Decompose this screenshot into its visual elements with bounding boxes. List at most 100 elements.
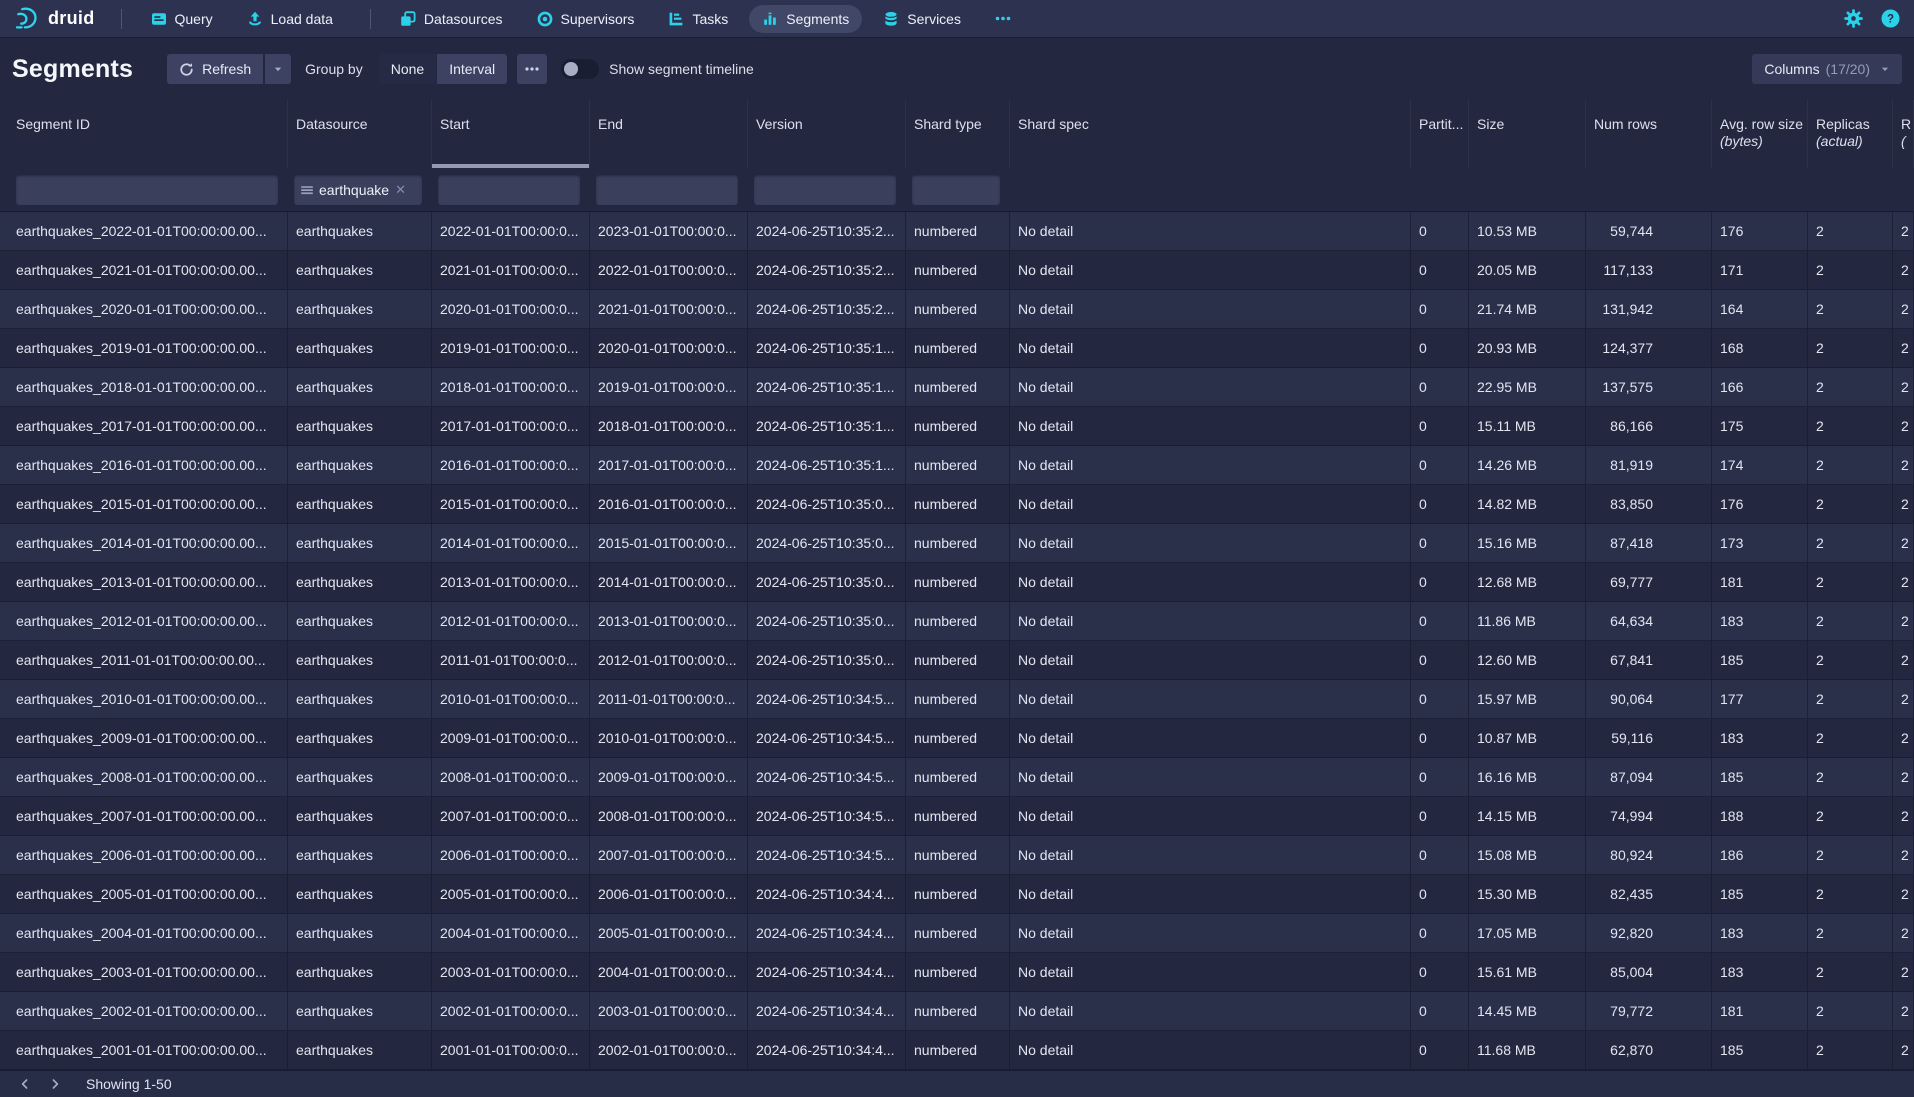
cell-end: 2004-01-01T00:00:0... [590,953,748,991]
column-header-size[interactable]: Size [1469,100,1586,168]
more-actions-button[interactable] [517,54,547,84]
column-header-num_rows[interactable]: Num rows [1586,100,1712,168]
column-header-segment_id[interactable]: Segment ID [0,100,288,168]
cell-segment_id: earthquakes_2012-01-01T00:00:00.00... [0,602,288,640]
version-filter-input[interactable] [754,175,896,205]
nav-item-load-data[interactable]: Load data [234,5,346,33]
show-timeline-toggle[interactable] [561,59,599,79]
group-by-interval-label: Interval [449,61,495,77]
next-page-button[interactable] [40,1072,70,1096]
cell-size: 21.74 MB [1469,290,1586,328]
cell-datasource: earthquakes [288,407,432,445]
more-icon [525,67,539,71]
cell-version: 2024-06-25T10:34:5... [748,836,906,874]
refresh-dropdown-button[interactable] [265,54,291,84]
datasource-filter-input[interactable]: earthquake✕ [294,175,422,205]
brand-name: druid [48,8,95,29]
cell-shard_type: numbered [906,680,1010,718]
cell-shard_type: numbered [906,953,1010,991]
cell-version: 2024-06-25T10:35:1... [748,407,906,445]
nav-item-services[interactable]: Services [870,5,974,33]
nav-item-more[interactable] [982,5,1024,33]
nav-item-label: Segments [786,11,849,27]
cell-partition: 0 [1411,836,1469,874]
cell-replicas: 2 [1808,446,1893,484]
nav-item-supervisors[interactable]: Supervisors [524,5,648,33]
cell-replicas: 2 [1808,602,1893,640]
column-header-version[interactable]: Version [748,100,906,168]
cell-shard_spec: No detail [1010,797,1411,835]
view-toolbar: Segments Refresh Group by None Interval [0,38,1914,100]
cell-avg_row_size: 185 [1712,758,1808,796]
column-header-end[interactable]: End [590,100,748,168]
cell-segment_id: earthquakes_2021-01-01T00:00:00.00... [0,251,288,289]
previous-page-button[interactable] [10,1072,40,1096]
nav-item-segments[interactable]: Segments [749,5,862,33]
cell-end: 2023-01-01T00:00:0... [590,212,748,250]
cell-datasource: earthquakes [288,212,432,250]
shard_type-filter-input[interactable] [912,175,1000,205]
cell-num_rows: 79,772 [1586,992,1712,1030]
cell-end: 2020-01-01T00:00:0... [590,329,748,367]
cell-shard_type: numbered [906,368,1010,406]
column-header-avg_row_size[interactable]: Avg. row size(bytes) [1712,100,1808,168]
cell-shard_type: numbered [906,251,1010,289]
filter-cell-avg_row_size [1712,168,1808,212]
cell-replicated: 2 [1893,836,1914,874]
remove-filter-icon[interactable]: ✕ [395,182,406,198]
cell-datasource: earthquakes [288,251,432,289]
column-header-partition[interactable]: Partit... [1411,100,1469,168]
cell-replicas: 2 [1808,680,1893,718]
cell-num_rows: 69,777 [1586,563,1712,601]
pagination-footer: Showing 1-50 [0,1070,1914,1097]
columns-button[interactable]: Columns (17/20) [1752,54,1902,84]
cell-avg_row_size: 176 [1712,212,1808,250]
column-header-start[interactable]: Start [432,100,590,168]
filter-cell-size [1469,168,1586,212]
cell-datasource: earthquakes [288,680,432,718]
cell-version: 2024-06-25T10:35:1... [748,446,906,484]
cell-replicated: 2 [1893,602,1914,640]
cell-segment_id: earthquakes_2005-01-01T00:00:00.00... [0,875,288,913]
cell-version: 2024-06-25T10:35:2... [748,251,906,289]
refresh-button[interactable]: Refresh [167,54,263,84]
cell-avg_row_size: 188 [1712,797,1808,835]
start-filter-input[interactable] [438,175,580,205]
segment_id-filter-input[interactable] [16,175,278,205]
cell-replicas: 2 [1808,836,1893,874]
nav-item-datasources[interactable]: Datasources [387,5,516,33]
settings-gear-icon[interactable] [1844,9,1863,28]
help-icon[interactable]: ? [1881,9,1900,28]
cell-end: 2015-01-01T00:00:0... [590,524,748,562]
end-filter-input[interactable] [596,175,738,205]
cell-shard_type: numbered [906,875,1010,913]
supervisors-icon [537,11,553,27]
showing-count-label: Showing 1-50 [86,1076,172,1092]
column-header-replicas[interactable]: Replicas(actual) [1808,100,1893,168]
column-header-replicated[interactable]: R( [1893,100,1914,168]
cell-segment_id: earthquakes_2011-01-01T00:00:00.00... [0,641,288,679]
group-by-none-button[interactable]: None [379,54,436,84]
filter-row: earthquake✕ [0,168,1914,212]
cell-datasource: earthquakes [288,290,432,328]
cell-avg_row_size: 181 [1712,563,1808,601]
table-row: earthquakes_2021-01-01T00:00:00.00...ear… [0,251,1914,290]
nav-item-query[interactable]: Query [138,5,226,33]
table-row: earthquakes_2007-01-01T00:00:00.00...ear… [0,797,1914,836]
refresh-split-button: Refresh [167,54,291,84]
column-header-shard_type[interactable]: Shard type [906,100,1010,168]
column-header-shard_spec[interactable]: Shard spec [1010,100,1411,168]
cell-shard_spec: No detail [1010,446,1411,484]
column-header-datasource[interactable]: Datasource [288,100,432,168]
brand[interactable]: druid [14,5,95,32]
cell-size: 15.11 MB [1469,407,1586,445]
cell-segment_id: earthquakes_2010-01-01T00:00:00.00... [0,680,288,718]
cell-avg_row_size: 175 [1712,407,1808,445]
cell-shard_spec: No detail [1010,329,1411,367]
group-by-interval-button[interactable]: Interval [437,54,507,84]
chevron-left-icon [18,1077,32,1091]
sort-indicator [432,164,589,168]
table-row: earthquakes_2006-01-01T00:00:00.00...ear… [0,836,1914,875]
nav-separator [370,9,371,29]
nav-item-tasks[interactable]: Tasks [655,5,741,33]
